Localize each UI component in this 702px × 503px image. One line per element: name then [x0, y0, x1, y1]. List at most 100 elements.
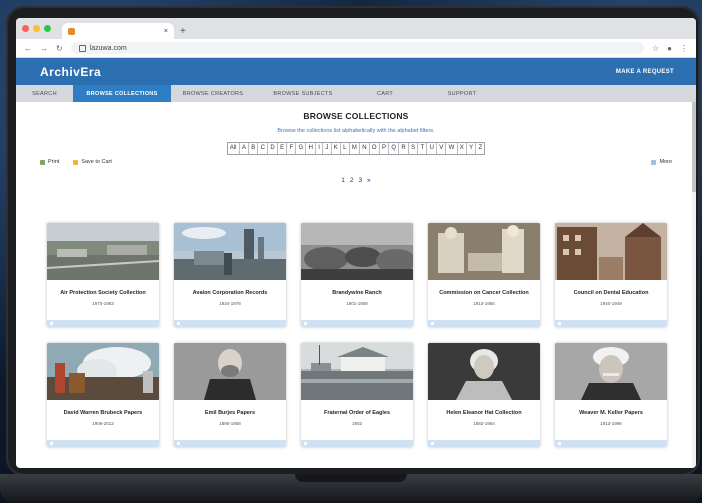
collection-title[interactable]: Fraternal Order of Eagles: [301, 410, 413, 416]
alpha-filter-w[interactable]: W: [446, 143, 458, 154]
collection-thumbnail[interactable]: [428, 223, 540, 280]
expand-icon[interactable]: [558, 322, 561, 325]
save-to-cart-button[interactable]: Save to Cart: [73, 159, 112, 165]
alpha-filter-z[interactable]: Z: [476, 143, 484, 154]
collection-title[interactable]: Helen Eleanor Hat Collection: [428, 410, 540, 416]
expand-icon[interactable]: [558, 442, 561, 445]
collection-title[interactable]: Avalon Corporation Records: [174, 290, 286, 296]
alpha-filter-m[interactable]: M: [350, 143, 361, 154]
collection-card[interactable]: Commission on Cancer Collection 1913-195…: [428, 223, 540, 327]
page-link-2[interactable]: 2: [350, 177, 354, 184]
collection-thumbnail[interactable]: [555, 343, 667, 400]
reload-icon[interactable]: ↻: [56, 44, 63, 53]
collection-title[interactable]: Commission on Cancer Collection: [428, 290, 540, 296]
nav-item-cart[interactable]: CART: [351, 85, 419, 102]
collection-thumbnail[interactable]: [428, 343, 540, 400]
alpha-filter-x[interactable]: X: [458, 143, 467, 154]
nav-item-browse-subjects[interactable]: BROWSE SUBJECTS: [255, 85, 351, 102]
alpha-filter-g[interactable]: G: [296, 143, 307, 154]
collection-card[interactable]: Council on Dental Education 1940-1949: [555, 223, 667, 327]
collection-card[interactable]: Brandywine Ranch 1901-1908: [301, 223, 413, 327]
collection-thumbnail[interactable]: [555, 223, 667, 280]
more-icon: [651, 159, 657, 165]
collection-card[interactable]: Helen Eleanor Hat Collection 1882-1964: [428, 343, 540, 447]
nav-item-browse-creators[interactable]: BROWSE CREATORS: [171, 85, 255, 102]
alpha-filter-h[interactable]: H: [306, 143, 317, 154]
alpha-filter-l[interactable]: L: [341, 143, 350, 154]
print-button[interactable]: Print: [40, 159, 59, 165]
page-link-3[interactable]: 3: [359, 177, 363, 184]
collection-title[interactable]: Brandywine Ranch: [301, 290, 413, 296]
alpha-filter-i[interactable]: I: [316, 143, 324, 154]
alpha-filter-c[interactable]: C: [258, 143, 269, 154]
next-page-link[interactable]: »: [367, 177, 371, 184]
collection-thumbnail[interactable]: [47, 343, 159, 400]
collection-years: 1913-1996: [600, 421, 622, 426]
forward-icon[interactable]: →: [40, 44, 48, 53]
collection-title[interactable]: David Warren Brubeck Papers: [47, 410, 159, 416]
alpha-filter-n[interactable]: N: [360, 143, 370, 154]
expand-icon[interactable]: [177, 322, 180, 325]
collection-card[interactable]: Emil Burjes Papers 1890-1958: [174, 343, 286, 447]
collection-thumbnail[interactable]: [47, 223, 159, 280]
nav-item-search[interactable]: SEARCH: [16, 85, 73, 102]
collection-title[interactable]: Council on Dental Education: [555, 290, 667, 296]
expand-icon[interactable]: [304, 442, 307, 445]
make-request-button[interactable]: MAKE A REQUEST: [616, 69, 674, 75]
alpha-filter-f[interactable]: F: [287, 143, 297, 154]
nav-item-browse-collections[interactable]: BROWSE COLLECTIONS: [73, 85, 171, 102]
page-scrollbar[interactable]: [692, 102, 696, 468]
new-tab-button[interactable]: +: [180, 26, 186, 37]
collection-title[interactable]: Emil Burjes Papers: [174, 410, 286, 416]
expand-icon[interactable]: [431, 442, 434, 445]
site-logo[interactable]: ArchivEra: [40, 65, 101, 79]
alpha-filter-d[interactable]: D: [268, 143, 278, 154]
collection-thumbnail[interactable]: [301, 343, 413, 400]
maximize-window-button[interactable]: [44, 25, 51, 32]
expand-icon[interactable]: [50, 442, 53, 445]
nav-item-support[interactable]: SUPPORT: [419, 85, 505, 102]
alpha-filter-p[interactable]: P: [380, 143, 390, 154]
collection-thumbnail[interactable]: [301, 223, 413, 280]
alpha-filter-b[interactable]: B: [249, 143, 259, 154]
url-field[interactable]: lazuwa.com: [70, 42, 644, 54]
alpha-filter-k[interactable]: K: [332, 143, 341, 154]
close-window-button[interactable]: [22, 25, 29, 32]
alpha-filter-u[interactable]: U: [427, 143, 438, 154]
alpha-filter-j[interactable]: J: [323, 143, 332, 154]
collection-card[interactable]: Fraternal Order of Eagles 1902: [301, 343, 413, 447]
expand-icon[interactable]: [177, 442, 180, 445]
alpha-filter-y[interactable]: Y: [467, 143, 477, 154]
collection-title[interactable]: Air Protection Society Collection: [47, 290, 159, 296]
close-tab-icon[interactable]: ×: [164, 28, 168, 35]
expand-icon[interactable]: [304, 322, 307, 325]
collection-card[interactable]: Weaver M. Keller Papers 1913-1996: [555, 343, 667, 447]
alpha-filter-q[interactable]: Q: [389, 143, 400, 154]
expand-icon[interactable]: [431, 322, 434, 325]
collection-card[interactable]: Air Protection Society Collection 1970-1…: [47, 223, 159, 327]
collection-thumbnail[interactable]: [174, 223, 286, 280]
collection-card[interactable]: David Warren Brubeck Papers 1906-2012: [47, 343, 159, 447]
collection-title[interactable]: Weaver M. Keller Papers: [555, 410, 667, 416]
menu-kebab-icon[interactable]: ⋮: [680, 44, 688, 53]
alpha-filter-o[interactable]: O: [370, 143, 380, 154]
collection-thumbnail[interactable]: [174, 343, 286, 400]
profile-icon[interactable]: ●: [667, 44, 672, 53]
collection-card[interactable]: Avalon Corporation Records 1934-1978: [174, 223, 286, 327]
alpha-filter-r[interactable]: R: [399, 143, 409, 154]
browser-tab[interactable]: ×: [62, 23, 174, 39]
minimize-window-button[interactable]: [33, 25, 40, 32]
scrollbar-thumb[interactable]: [692, 102, 696, 192]
alpha-filter-e[interactable]: E: [278, 143, 288, 154]
bookmark-star-icon[interactable]: ☆: [652, 44, 659, 53]
page-link-1[interactable]: 1: [341, 177, 345, 184]
alpha-filter-a[interactable]: A: [240, 143, 250, 154]
expand-icon[interactable]: [50, 322, 53, 325]
alpha-filter-t[interactable]: T: [418, 143, 428, 154]
back-icon[interactable]: ←: [24, 44, 32, 53]
collection-years: 1902: [351, 421, 362, 426]
alpha-filter-s[interactable]: S: [409, 143, 419, 154]
more-button[interactable]: More: [651, 159, 672, 165]
alpha-filter-all[interactable]: All: [228, 143, 240, 154]
alpha-filter-v[interactable]: V: [437, 143, 447, 154]
